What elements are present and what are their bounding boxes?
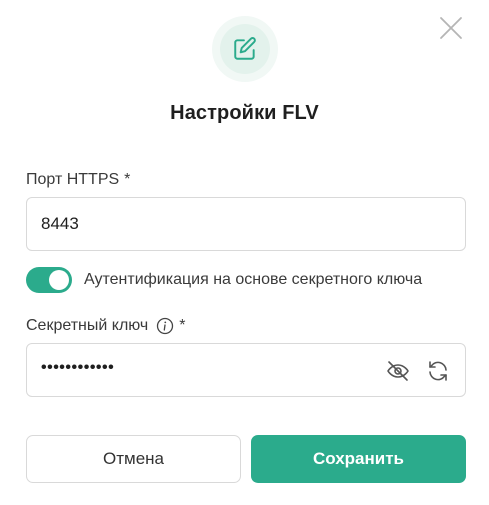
info-icon[interactable]: [156, 317, 174, 335]
auth-toggle-label: Аутентификация на основе секретного ключ…: [84, 271, 423, 288]
required-mark: *: [124, 171, 131, 188]
close-icon[interactable]: [437, 14, 465, 42]
flv-settings-dialog: Настройки FLV Порт HTTPS * 8443 Аутентиф…: [0, 0, 489, 505]
port-label: Порт HTTPS *: [26, 171, 130, 189]
header-icon-badge: [212, 16, 278, 82]
save-button[interactable]: Сохранить: [251, 435, 466, 483]
secret-key-input[interactable]: ••••••••••••: [26, 343, 466, 397]
secret-key-label: Секретный ключ *: [26, 317, 186, 335]
secret-key-label-text: Секретный ключ: [26, 317, 149, 334]
eye-off-icon[interactable]: [385, 358, 411, 384]
dialog-title: Настройки FLV: [170, 102, 319, 124]
port-input-value[interactable]: 8443: [41, 214, 79, 234]
auth-toggle[interactable]: [26, 267, 72, 293]
cancel-button[interactable]: Отмена: [26, 435, 241, 483]
port-label-text: Порт HTTPS: [26, 171, 120, 188]
auth-toggle-row: Аутентификация на основе секретного ключ…: [26, 267, 422, 293]
secret-key-masked-value[interactable]: ••••••••••••: [41, 359, 114, 377]
edit-icon: [220, 24, 270, 74]
refresh-icon[interactable]: [425, 358, 451, 384]
port-input[interactable]: 8443: [26, 197, 466, 251]
required-mark: *: [179, 317, 186, 334]
toggle-knob: [49, 270, 69, 290]
